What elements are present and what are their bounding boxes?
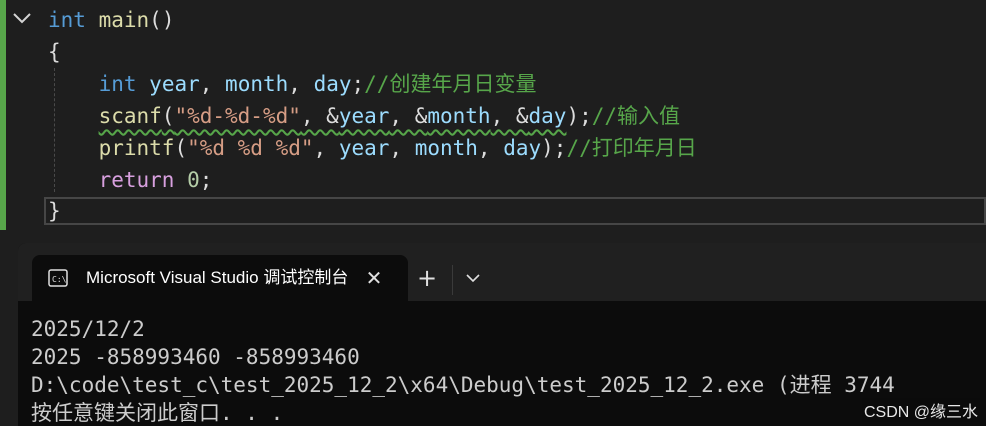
code-line: return 0;: [48, 164, 213, 196]
code-token: printf: [98, 136, 175, 160]
tab-divider: [452, 265, 453, 295]
code-line: {: [48, 36, 61, 68]
output-line: 2025 -858993460 -858993460: [31, 345, 360, 369]
code-token: day: [313, 72, 352, 96]
code-token: );: [566, 104, 592, 128]
code-token: (): [149, 8, 175, 32]
code-token: month: [414, 136, 478, 160]
code-token: {: [48, 40, 61, 64]
code-line: int year, month, day;//创建年月日变量: [48, 68, 537, 100]
code-token: month: [427, 104, 491, 128]
current-line-highlight: [44, 197, 986, 225]
code-token: //打印年月日: [566, 136, 697, 160]
code-token: 0: [187, 168, 200, 192]
code-token: );: [541, 136, 567, 160]
code-token: int: [48, 8, 86, 32]
code-token: main: [98, 8, 150, 32]
code-line: printf("%d %d %d", year, month, day);//打…: [48, 132, 697, 164]
code-token: (: [161, 104, 175, 128]
code-token: year: [149, 72, 200, 96]
code-token: day: [503, 136, 542, 160]
code-token: "%d %d %d": [187, 136, 314, 160]
code-token: //创建年月日变量: [364, 72, 537, 96]
code-token: year: [338, 104, 390, 128]
chevron-down-icon[interactable]: [462, 267, 484, 289]
code-token: ;: [199, 168, 213, 192]
chevron-down-icon[interactable]: [10, 6, 34, 30]
code-line: }: [48, 195, 61, 227]
code-token: year: [338, 136, 390, 160]
output-line: 2025/12/2: [31, 317, 145, 341]
code-token: int: [98, 72, 137, 96]
code-token: scanf: [98, 104, 162, 128]
code-token: (: [174, 136, 188, 160]
close-icon[interactable]: ✕: [362, 266, 386, 290]
code-token: , &: [389, 104, 428, 128]
code-token: day: [528, 104, 567, 128]
code-token: return: [98, 168, 175, 192]
code-token: ,: [477, 136, 504, 160]
code-token: ,: [389, 136, 415, 160]
code-token: , &: [490, 104, 529, 128]
terminal-tab-bar: C:\ Microsoft Visual Studio 调试控制台 ✕ +: [18, 243, 986, 301]
code-line: scanf("%d-%d-%d", &year, &month, &day);/…: [48, 100, 680, 132]
code-token: ;: [351, 72, 365, 96]
svg-text:C:\: C:\: [52, 275, 67, 284]
code-token: ,: [199, 72, 226, 96]
tab-debug-console[interactable]: C:\ Microsoft Visual Studio 调试控制台 ✕: [32, 255, 408, 301]
code-editor[interactable]: int main(){ int year, month, day;//创建年月日…: [0, 0, 986, 230]
code-token: ,: [313, 136, 339, 160]
code-line: int main(): [48, 4, 174, 36]
code-token: "%d-%d-%d": [174, 104, 301, 128]
code-token: , &: [300, 104, 339, 128]
code-token: //输入值: [591, 104, 681, 128]
new-tab-button[interactable]: +: [414, 265, 440, 291]
change-indicator-bar: [0, 0, 6, 230]
debug-console-window[interactable]: C:\ Microsoft Visual Studio 调试控制台 ✕ + 20…: [18, 243, 986, 426]
output-line: D:\code\test_c\test_2025_12_2\x64\Debug\…: [31, 373, 895, 397]
tab-title: Microsoft Visual Studio 调试控制台: [86, 268, 349, 287]
output-line: 按任意键关闭此窗口. . .: [31, 401, 284, 425]
code-token: month: [225, 72, 289, 96]
console-icon: C:\: [48, 269, 68, 287]
watermark: CSDN @缘三水: [861, 398, 980, 422]
code-token: }: [48, 199, 61, 223]
code-token: ,: [288, 72, 314, 96]
